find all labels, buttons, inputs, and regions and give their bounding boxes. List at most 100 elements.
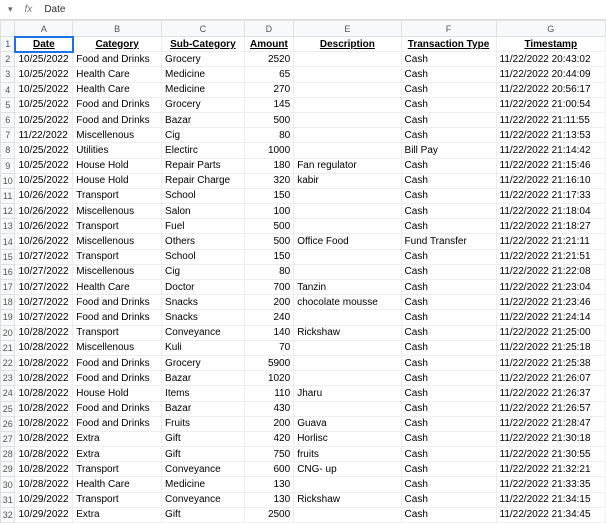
table-row[interactable]: 1110/26/2022TransportSchool150Cash11/22/… xyxy=(1,188,606,203)
table-row[interactable]: 810/25/2022UtilitiesElectirc1000Bill Pay… xyxy=(1,143,606,158)
cell-amount[interactable]: 100 xyxy=(244,204,294,219)
cell-category[interactable]: Transport xyxy=(73,249,162,264)
cell-header-subcategory[interactable]: Sub-Category xyxy=(162,37,245,52)
cell-txn-type[interactable]: Cash xyxy=(401,355,496,370)
cell-timestamp[interactable]: 11/22/2022 21:26:37 xyxy=(496,386,605,401)
table-row[interactable]: 910/25/2022House HoldRepair Parts180Fan … xyxy=(1,158,606,173)
table-row[interactable]: 310/25/2022Health CareMedicine65Cash11/2… xyxy=(1,67,606,82)
row-number[interactable]: 14 xyxy=(1,234,15,249)
row-number[interactable]: 25 xyxy=(1,401,15,416)
table-header-row[interactable]: 1DateCategorySub-CategoryAmountDescripti… xyxy=(1,37,606,52)
cell-category[interactable]: Transport xyxy=(73,325,162,340)
row-number[interactable]: 17 xyxy=(1,280,15,295)
table-row[interactable]: 2110/28/2022MiscellenousKuli70Cash11/22/… xyxy=(1,340,606,355)
row-number[interactable]: 22 xyxy=(1,355,15,370)
cell-amount[interactable]: 80 xyxy=(244,128,294,143)
row-number[interactable]: 13 xyxy=(1,219,15,234)
cell-subcategory[interactable]: Conveyance xyxy=(162,325,245,340)
cell-category[interactable]: Extra xyxy=(73,447,162,462)
row-number[interactable]: 4 xyxy=(1,82,15,97)
cell-timestamp[interactable]: 11/22/2022 21:24:14 xyxy=(496,310,605,325)
col-header-f[interactable]: F xyxy=(401,21,496,37)
cell-subcategory[interactable]: Snacks xyxy=(162,310,245,325)
row-number[interactable]: 8 xyxy=(1,143,15,158)
row-number[interactable]: 30 xyxy=(1,477,15,492)
table-row[interactable]: 1810/27/2022Food and DrinksSnacks200choc… xyxy=(1,295,606,310)
cell-subcategory[interactable]: Repair Parts xyxy=(162,158,245,173)
cell-timestamp[interactable]: 11/22/2022 21:21:51 xyxy=(496,249,605,264)
cell-category[interactable]: Transport xyxy=(73,188,162,203)
cell-amount[interactable]: 180 xyxy=(244,158,294,173)
table-row[interactable]: 510/25/2022Food and DrinksGrocery145Cash… xyxy=(1,97,606,112)
cell-subcategory[interactable]: Cig xyxy=(162,264,245,279)
cell-txn-type[interactable]: Cash xyxy=(401,67,496,82)
cell-date[interactable]: 10/25/2022 xyxy=(15,52,73,67)
table-row[interactable]: 1010/25/2022House HoldRepair Charge320ka… xyxy=(1,173,606,188)
table-row[interactable]: 1210/26/2022MiscellenousSalon100Cash11/2… xyxy=(1,204,606,219)
cell-subcategory[interactable]: Doctor xyxy=(162,280,245,295)
col-header-d[interactable]: D xyxy=(244,21,294,37)
cell-date[interactable]: 10/28/2022 xyxy=(15,447,73,462)
cell-subcategory[interactable]: Electirc xyxy=(162,143,245,158)
cell-subcategory[interactable]: Gift xyxy=(162,507,245,522)
cell-subcategory[interactable]: Grocery xyxy=(162,97,245,112)
cell-timestamp[interactable]: 11/22/2022 21:30:55 xyxy=(496,447,605,462)
cell-txn-type[interactable]: Cash xyxy=(401,97,496,112)
column-header-row[interactable]: A B C D E F G xyxy=(1,21,606,37)
cell-description[interactable]: Jharu xyxy=(294,386,401,401)
row-number[interactable]: 21 xyxy=(1,340,15,355)
cell-subcategory[interactable]: Medicine xyxy=(162,67,245,82)
cell-amount[interactable]: 150 xyxy=(244,188,294,203)
table-row[interactable]: 1510/27/2022TransportSchool150Cash11/22/… xyxy=(1,249,606,264)
cell-description[interactable]: CNG- up xyxy=(294,462,401,477)
cell-txn-type[interactable]: Cash xyxy=(401,340,496,355)
cell-timestamp[interactable]: 11/22/2022 21:32:21 xyxy=(496,462,605,477)
cell-txn-type[interactable]: Cash xyxy=(401,188,496,203)
spreadsheet-grid[interactable]: A B C D E F G 1DateCategorySub-CategoryA… xyxy=(0,20,606,523)
cell-description[interactable] xyxy=(294,401,401,416)
cell-subcategory[interactable]: Others xyxy=(162,234,245,249)
cell-description[interactable] xyxy=(294,97,401,112)
table-row[interactable]: 2610/28/2022Food and DrinksFruits200Guav… xyxy=(1,416,606,431)
cell-subcategory[interactable]: Grocery xyxy=(162,52,245,67)
cell-category[interactable]: House Hold xyxy=(73,158,162,173)
cell-description[interactable]: kabir xyxy=(294,173,401,188)
row-number[interactable]: 18 xyxy=(1,295,15,310)
cell-date[interactable]: 10/28/2022 xyxy=(15,462,73,477)
cell-category[interactable]: Food and Drinks xyxy=(73,97,162,112)
cell-date[interactable]: 10/26/2022 xyxy=(15,234,73,249)
row-number[interactable]: 15 xyxy=(1,249,15,264)
cell-category[interactable]: House Hold xyxy=(73,173,162,188)
cell-timestamp[interactable]: 11/22/2022 21:30:18 xyxy=(496,431,605,446)
table-row[interactable]: 3010/28/2022Health CareMedicine130Cash11… xyxy=(1,477,606,492)
cell-subcategory[interactable]: Kuli xyxy=(162,340,245,355)
cell-txn-type[interactable]: Cash xyxy=(401,462,496,477)
cell-subcategory[interactable]: School xyxy=(162,249,245,264)
cell-description[interactable] xyxy=(294,310,401,325)
cell-category[interactable]: Miscellenous xyxy=(73,234,162,249)
row-number[interactable]: 7 xyxy=(1,128,15,143)
cell-amount[interactable]: 700 xyxy=(244,280,294,295)
cell-description[interactable]: Tanzin xyxy=(294,280,401,295)
cell-subcategory[interactable]: School xyxy=(162,188,245,203)
cell-subcategory[interactable]: Fuel xyxy=(162,219,245,234)
col-header-e[interactable]: E xyxy=(294,21,401,37)
cell-category[interactable]: Food and Drinks xyxy=(73,310,162,325)
row-number[interactable]: 1 xyxy=(1,37,15,52)
row-number[interactable]: 9 xyxy=(1,158,15,173)
row-number[interactable]: 24 xyxy=(1,386,15,401)
cell-timestamp[interactable]: 11/22/2022 21:16:10 xyxy=(496,173,605,188)
cell-date[interactable]: 10/25/2022 xyxy=(15,82,73,97)
cell-date[interactable]: 10/28/2022 xyxy=(15,386,73,401)
cell-description[interactable] xyxy=(294,143,401,158)
cell-category[interactable]: Transport xyxy=(73,219,162,234)
row-number[interactable]: 5 xyxy=(1,97,15,112)
cell-category[interactable]: Miscellenous xyxy=(73,264,162,279)
cell-category[interactable]: Miscellenous xyxy=(73,340,162,355)
cell-amount[interactable]: 500 xyxy=(244,112,294,127)
cell-timestamp[interactable]: 11/22/2022 21:25:00 xyxy=(496,325,605,340)
cell-timestamp[interactable]: 11/22/2022 21:00:54 xyxy=(496,97,605,112)
cell-txn-type[interactable]: Cash xyxy=(401,477,496,492)
cell-date[interactable]: 10/28/2022 xyxy=(15,477,73,492)
cell-amount[interactable]: 130 xyxy=(244,477,294,492)
